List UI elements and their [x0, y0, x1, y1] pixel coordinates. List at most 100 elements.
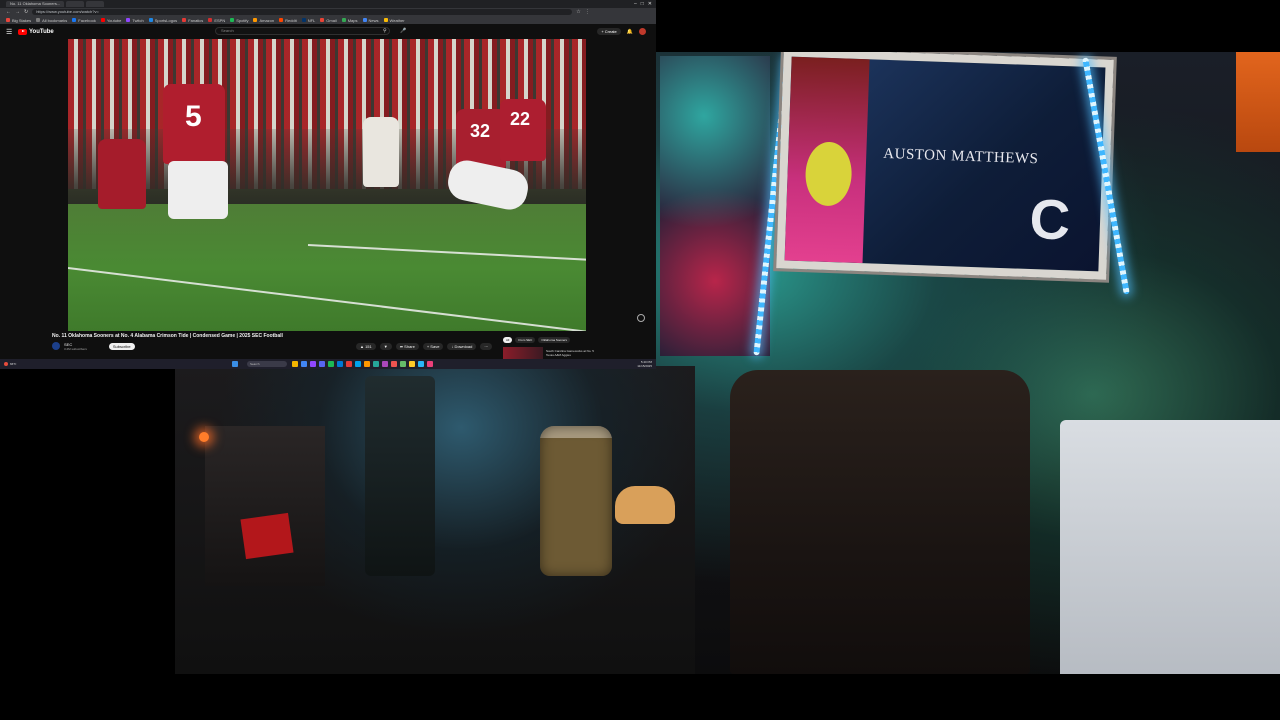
- recommendation-filters: All From SEC Oklahoma Sooners: [503, 337, 571, 343]
- app-icon[interactable]: [427, 361, 433, 367]
- recommended-video[interactable]: South Carolina Gamecocks at No. 5 Texas …: [503, 347, 596, 359]
- bell-icon[interactable]: 🔔: [627, 29, 633, 35]
- bookmark-item[interactable]: SportsLogos: [148, 18, 177, 23]
- filter-chip-all[interactable]: All: [503, 337, 513, 343]
- save-button[interactable]: + Save: [422, 343, 444, 350]
- video-player[interactable]: 5 32 22: [68, 39, 586, 331]
- bookmark-item[interactable]: Reddit: [279, 18, 297, 23]
- bookmark-item[interactable]: News: [362, 17, 379, 23]
- jersey-number: 5: [185, 100, 202, 133]
- reload-icon[interactable]: ↻: [24, 8, 28, 16]
- browser-tab[interactable]: [66, 1, 85, 7]
- url-field[interactable]: https://www.youtube.com/watch?v=: [32, 9, 573, 15]
- minimize-icon[interactable]: –: [634, 1, 637, 7]
- steam-icon[interactable]: [355, 361, 361, 367]
- twitch-icon[interactable]: [310, 361, 316, 367]
- app-icon[interactable]: [364, 361, 370, 367]
- bookmark-item[interactable]: Spotify: [230, 18, 248, 23]
- menu-dots-icon[interactable]: ⋮: [585, 8, 590, 16]
- bookmark-item[interactable]: Gmail: [320, 18, 337, 23]
- share-button[interactable]: ➦ Share: [395, 343, 419, 350]
- clock-date: 11/15/2025: [637, 364, 652, 368]
- more-actions-button[interactable]: ⋯: [480, 343, 493, 350]
- app-icon[interactable]: [382, 361, 388, 367]
- bookmark-item[interactable]: Fanatics: [182, 18, 203, 23]
- star-icon[interactable]: ☆: [576, 8, 580, 16]
- bookmark-favicon-icon: [208, 18, 213, 22]
- bookmark-item[interactable]: NFL: [301, 18, 315, 23]
- bookmark-favicon-icon: [182, 18, 187, 22]
- bookmark-label: Big Stakes: [12, 17, 32, 23]
- bookmark-label: News: [368, 17, 379, 23]
- weather-icon: [4, 362, 8, 366]
- bookmark-item[interactable]: Twitch: [126, 18, 144, 23]
- app-icon[interactable]: [400, 361, 406, 367]
- dislike-button[interactable]: ▼: [379, 343, 392, 350]
- app-icon[interactable]: [373, 361, 379, 367]
- recommended-title[interactable]: South Carolina Gamecocks at No. 5 Texas …: [546, 349, 596, 357]
- bookmark-item[interactable]: All bookmarks: [36, 18, 67, 23]
- bookmark-item[interactable]: Maps: [341, 18, 358, 23]
- bookmark-favicon-icon: [100, 18, 105, 22]
- maximize-icon[interactable]: □: [641, 1, 644, 7]
- file-explorer-icon[interactable]: [292, 361, 298, 367]
- desk-box: [205, 426, 325, 586]
- recommended-thumbnail[interactable]: [503, 347, 543, 359]
- avatar[interactable]: [639, 28, 646, 35]
- browser-tab[interactable]: [86, 1, 105, 7]
- subscriber-count: 3.2M subscribers: [64, 346, 87, 351]
- filter-chip-channel[interactable]: From SEC: [515, 337, 536, 343]
- forward-icon[interactable]: →: [15, 8, 20, 16]
- hockey-poster: AUSTON MATTHEWS C: [776, 52, 1114, 280]
- spotify-icon[interactable]: [328, 361, 334, 367]
- app-icon[interactable]: [409, 361, 415, 367]
- windows-start-icon[interactable]: [232, 361, 238, 367]
- store-icon[interactable]: [337, 361, 343, 367]
- bookmark-favicon-icon: [148, 18, 153, 22]
- youtube-logo[interactable]: YouTube: [18, 28, 54, 35]
- bookmark-item[interactable]: Big Stakes: [6, 18, 31, 23]
- bookmark-label: Reddit: [285, 17, 297, 23]
- bookmark-item[interactable]: Amazon: [253, 18, 274, 23]
- bookmark-favicon-icon: [6, 18, 10, 22]
- app-icon[interactable]: [418, 361, 424, 367]
- subscribe-button[interactable]: Subscribe: [108, 342, 135, 350]
- search-icon[interactable]: ⚲: [383, 28, 387, 34]
- app-icon[interactable]: [391, 361, 397, 367]
- filter-chip-topic[interactable]: Oklahoma Sooners: [538, 337, 571, 343]
- channel-avatar[interactable]: [52, 342, 60, 350]
- download-button[interactable]: ↓ Download: [447, 343, 477, 350]
- appliance: [1060, 420, 1280, 674]
- discord-icon[interactable]: [319, 361, 325, 367]
- browser-icon[interactable]: [301, 361, 307, 367]
- bookmark-label: Weather: [389, 17, 405, 23]
- microphone-icon[interactable]: 🎤: [400, 28, 406, 34]
- jersey-number: 22: [510, 109, 531, 129]
- back-icon[interactable]: ←: [6, 8, 11, 16]
- bookmark-item[interactable]: ESPN: [208, 18, 225, 23]
- create-button[interactable]: + Create: [597, 28, 621, 35]
- weather-widget[interactable]: 66°F: [4, 362, 44, 366]
- like-button[interactable]: ▲ 151: [356, 343, 376, 350]
- bookmark-favicon-icon: [301, 18, 306, 22]
- bookmark-item[interactable]: Facebook: [72, 18, 96, 23]
- player-white: [363, 117, 399, 187]
- football-field: [68, 204, 586, 331]
- hamburger-icon[interactable]: ☰: [6, 28, 18, 36]
- video-actions: ▲ 151 ▼ ➦ Share + Save ↓ Download ⋯: [356, 343, 493, 350]
- bookmark-favicon-icon: [253, 18, 258, 22]
- bookmark-item[interactable]: Youtube: [100, 18, 121, 23]
- system-clock[interactable]: 5:40 PM 11/15/2025: [637, 360, 652, 368]
- info-icon[interactable]: [637, 314, 645, 322]
- bookmark-item[interactable]: Weather: [383, 17, 405, 23]
- close-icon[interactable]: ✕: [648, 1, 652, 7]
- weather-temp: 66°F: [10, 362, 17, 366]
- browser-tab-active[interactable]: No. 11 Oklahoma Sooners...: [6, 1, 65, 7]
- search-input[interactable]: Search: [215, 27, 390, 35]
- jersey-number: 32: [470, 121, 491, 141]
- bookmark-favicon-icon: [36, 18, 41, 22]
- gaming-chair: [730, 370, 1030, 674]
- tapestry: [660, 56, 770, 356]
- obs-icon[interactable]: [346, 361, 352, 367]
- taskbar-search[interactable]: Search: [247, 361, 287, 367]
